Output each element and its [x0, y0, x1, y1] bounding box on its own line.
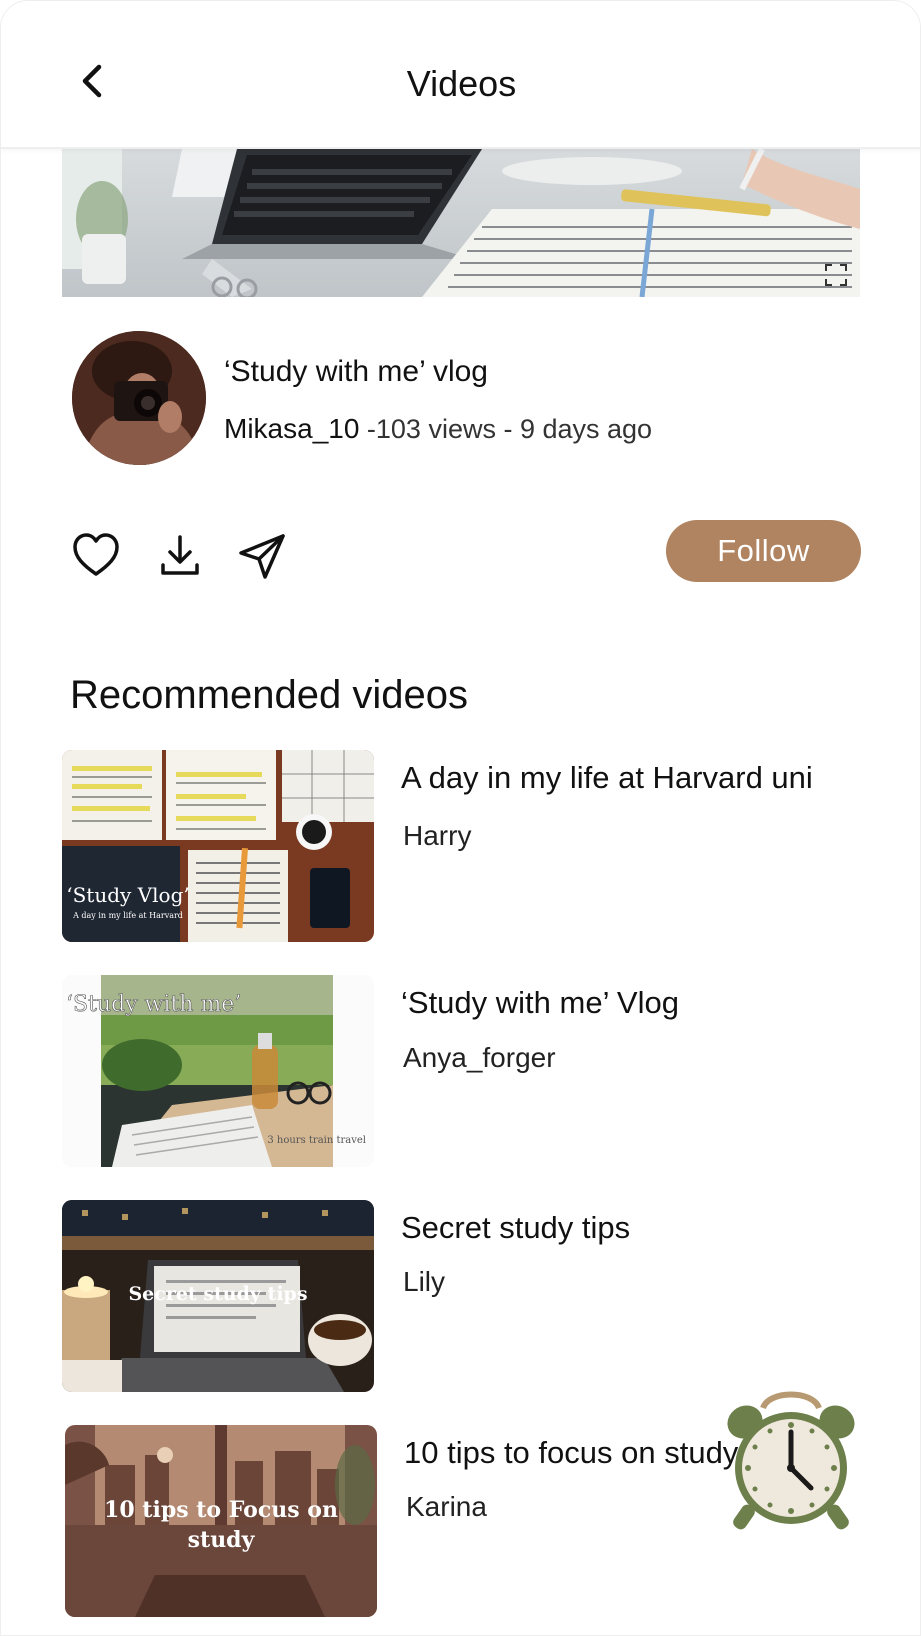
thumbnail-caption: Secret study tips	[128, 1283, 307, 1305]
rec-video-title: 10 tips to focus on study	[404, 1435, 739, 1470]
fullscreen-icon[interactable]	[824, 263, 848, 287]
thumbnail-caption: ‘Study Vlog’	[66, 883, 189, 907]
video-thumbnail[interactable]: ‘Study with me’ 3 hours train travel	[62, 975, 374, 1167]
view-stats: -103 views - 9 days ago	[359, 414, 653, 444]
download-icon[interactable]	[155, 531, 205, 581]
channel-name[interactable]: Mikasa_10	[224, 413, 359, 444]
thumbnail-caption: 10 tips to Focus on	[104, 1497, 338, 1523]
thumbnail-subcaption: A day in my life at Harvard	[72, 911, 183, 920]
video-thumbnail[interactable]: Secret study tips	[62, 1200, 374, 1392]
video-title: ‘Study with me’ vlog	[224, 355, 488, 388]
rec-video-author: Anya_forger	[403, 1042, 556, 1073]
thumbnail-image: ‘Study with me’ 3 hours train travel	[62, 975, 374, 1167]
page-title: Videos	[406, 63, 517, 104]
rec-video-author: Karina	[406, 1491, 487, 1522]
video-thumbnail[interactable]: 10 tips to Focus on study	[65, 1425, 377, 1617]
videos-screen: Videos ‘Study with me’ vlog Mikasa_10 -1…	[0, 0, 921, 1636]
rec-video-title: Secret study tips	[401, 1210, 631, 1245]
thumbnail-image: Secret study tips	[62, 1200, 374, 1392]
video-frame-image	[62, 149, 860, 297]
recommended-heading: Recommended videos	[70, 673, 468, 717]
avatar[interactable]	[72, 331, 206, 465]
thumbnail-subcaption: 3 hours train travel	[267, 1135, 366, 1146]
thumbnail-caption: ‘Study with me’	[66, 992, 241, 1017]
video-player[interactable]	[62, 149, 860, 297]
rec-video-title: ‘Study with me’ Vlog	[401, 985, 679, 1020]
share-send-icon[interactable]	[237, 531, 287, 581]
list-item[interactable]: ‘Study Vlog’ A day in my life at Harvard…	[62, 750, 862, 942]
top-bar: Videos	[1, 1, 920, 149]
alarm-clock-icon	[727, 1391, 855, 1530]
thumbnail-image: ‘Study Vlog’ A day in my life at Harvard	[62, 750, 374, 942]
avatar-photo	[72, 331, 206, 465]
list-item[interactable]: Secret study tips Secret study tips Lily	[62, 1200, 862, 1392]
like-heart-icon[interactable]	[71, 531, 121, 581]
video-thumbnail[interactable]: ‘Study Vlog’ A day in my life at Harvard	[62, 750, 374, 942]
rec-video-title: A day in my life at Harvard uni	[401, 760, 813, 795]
thumbnail-image: 10 tips to Focus on study	[65, 1425, 377, 1617]
rec-video-author: Harry	[403, 820, 472, 851]
thumbnail-caption-line2: study	[188, 1527, 256, 1553]
follow-button[interactable]: Follow	[666, 520, 861, 582]
rec-video-author: Lily	[403, 1266, 446, 1297]
video-meta: Mikasa_10 -103 views - 9 days ago	[224, 413, 652, 445]
list-item[interactable]: ‘Study with me’ 3 hours train travel ‘St…	[62, 975, 862, 1167]
